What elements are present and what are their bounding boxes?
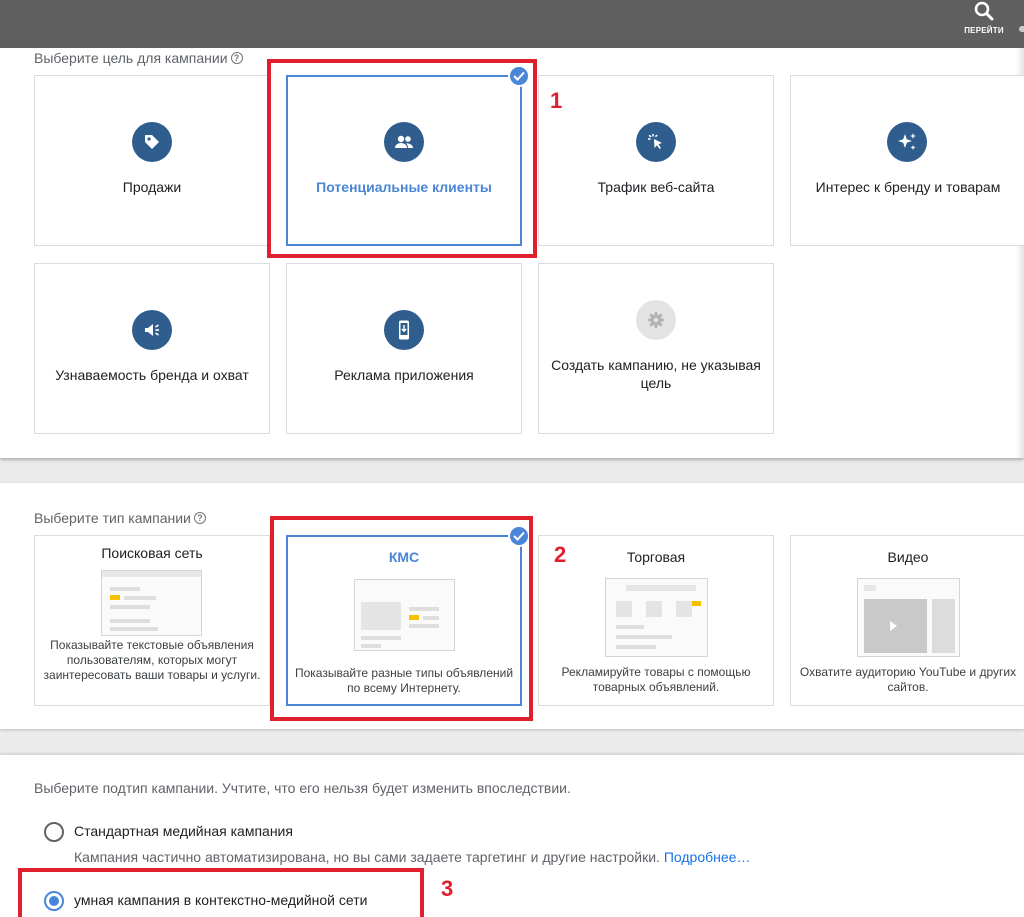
radio-label-standard[interactable]: Стандартная медийная кампания — [74, 823, 293, 839]
sparkle-icon — [887, 122, 927, 162]
shopping-illustration — [605, 578, 708, 657]
goal-card-brand-interest[interactable]: Интерес к бренду и товарам — [790, 75, 1024, 246]
cursor-click-icon — [636, 122, 676, 162]
search-illustration — [101, 570, 202, 636]
learn-more-link[interactable]: Подробнее… — [664, 849, 751, 865]
radio-description-standard: Кампания частично автоматизирована, но в… — [74, 849, 750, 865]
tag-icon — [132, 122, 172, 162]
type-description: Показывайте текстовые объявления пользов… — [43, 638, 261, 682]
highlight-box-3 — [18, 868, 424, 917]
type-description: Охватите аудиторию YouTube и других сайт… — [799, 665, 1017, 694]
megaphone-icon — [132, 310, 172, 350]
video-illustration — [857, 578, 960, 657]
type-title: Торговая — [626, 549, 686, 565]
search-icon[interactable] — [973, 0, 995, 22]
goal-card-awareness[interactable]: Узнаваемость бренда и охват — [34, 263, 270, 434]
annotation-number-2: 2 — [554, 542, 567, 567]
type-section-title: Выберите тип кампании? — [34, 510, 206, 526]
type-card-search[interactable]: Поисковая сеть Показывайте текстовые объ… — [34, 535, 270, 706]
help-icon[interactable]: ? — [193, 512, 206, 524]
search-button-label[interactable]: ПЕРЕЙТИ — [960, 26, 1008, 35]
type-card-video[interactable]: Видео Охватите аудиторию YouTube и други… — [790, 535, 1024, 706]
radio-standard-display[interactable] — [44, 822, 64, 842]
goal-card-app-promotion[interactable]: Реклама приложения — [286, 263, 522, 434]
goal-card-no-goal[interactable]: Создать кампанию, не указывая цель — [538, 263, 774, 434]
subtype-section-title: Выберите подтип кампании. Учтите, что ег… — [34, 780, 571, 796]
type-title: Поисковая сеть — [101, 545, 203, 561]
type-description: Рекламируйте товары с помощью товарных о… — [561, 665, 751, 694]
goals-title-text: Выберите цель для кампании — [34, 50, 228, 66]
highlight-box-2 — [270, 516, 533, 721]
goal-label: Реклама приложения — [334, 367, 474, 383]
standard-desc-text: Кампания частично автоматизирована, но в… — [74, 849, 660, 865]
goals-section-title: Выберите цель для кампании? — [34, 50, 243, 66]
highlight-box-1 — [267, 59, 537, 258]
overflow-edge — [1019, 26, 1024, 32]
goal-card-traffic[interactable]: Трафик веб-сайта — [538, 75, 774, 246]
goal-label: Создать кампанию, не указывая цель — [551, 357, 761, 391]
mobile-app-icon — [384, 310, 424, 350]
type-title: Видео — [887, 549, 929, 565]
type-title-text: Выберите тип кампании — [34, 510, 191, 526]
annotation-number-1: 1 — [550, 88, 563, 113]
goal-label: Интерес к бренду и товарам — [815, 179, 1001, 195]
annotation-number-3: 3 — [441, 876, 454, 901]
play-icon — [890, 621, 897, 631]
type-card-shopping[interactable]: Торговая Рекламируйте товары с помощью т… — [538, 535, 774, 706]
goal-card-sales[interactable]: Продажи — [34, 75, 270, 246]
help-icon[interactable]: ? — [230, 52, 243, 64]
goal-label: Узнаваемость бренда и охват — [55, 367, 249, 383]
top-bar — [0, 0, 1024, 48]
goal-label: Трафик веб-сайта — [597, 179, 715, 195]
goal-label: Продажи — [122, 179, 182, 195]
gear-icon — [636, 300, 676, 340]
